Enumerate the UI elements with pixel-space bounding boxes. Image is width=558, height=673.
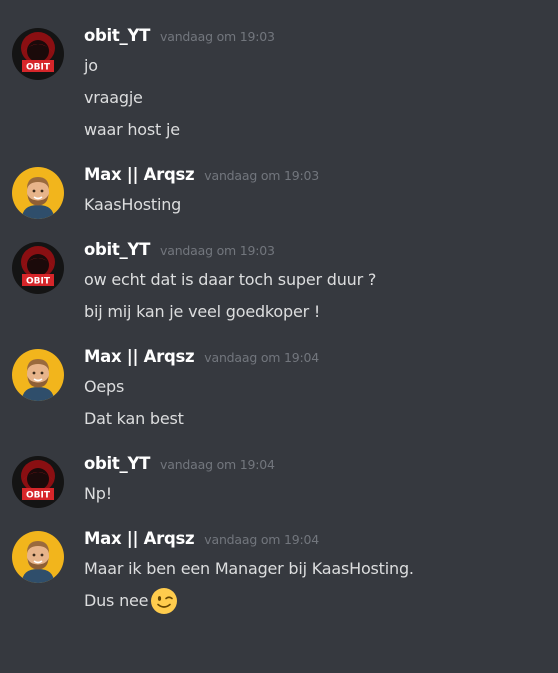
message-line: Dat kan best [84,405,546,437]
message-text: vraagje [84,87,143,107]
message-group: Max || Arqsz vandaag om 19:03 KaasHostin… [0,165,558,223]
message-text: KaasHosting [84,194,182,214]
author-name[interactable]: Max || Arqsz [84,165,195,184]
message-line: KaasHosting [84,191,546,223]
message-header: Max || Arqsz vandaag om 19:03 [84,165,546,191]
message-line: jo [84,52,546,84]
message-header: obit_YT vandaag om 19:04 [84,454,546,480]
message-text: Oeps [84,376,125,396]
message-group: Max || Arqsz vandaag om 19:04 Maar ik be… [0,529,558,619]
chat-messages: OBIT obit_YT vandaag om 19:03 jo vraagje… [0,0,558,673]
timestamp: vandaag om 19:04 [160,457,275,472]
obit-avatar-icon[interactable]: OBIT [12,28,64,80]
message-group: OBIT obit_YT vandaag om 19:03 jo vraagje… [0,26,558,148]
message-text: Dat kan best [84,408,184,428]
message-group: OBIT obit_YT vandaag om 19:03 ow echt da… [0,240,558,330]
message-header: obit_YT vandaag om 19:03 [84,240,546,266]
svg-text:OBIT: OBIT [26,491,51,501]
timestamp: vandaag om 19:04 [204,532,320,547]
obit-avatar-icon[interactable]: OBIT [12,242,64,294]
svg-text:OBIT: OBIT [26,63,51,73]
message-text: jo [84,55,98,75]
message-header: Max || Arqsz vandaag om 19:04 [84,529,546,555]
author-name[interactable]: Max || Arqsz [84,347,195,366]
timestamp: vandaag om 19:04 [204,350,320,365]
message-text: Dus nee [84,591,149,610]
message-text: Np! [84,483,112,503]
timestamp: vandaag om 19:03 [160,243,275,258]
message-header: Max || Arqsz vandaag om 19:04 [84,347,546,373]
author-name[interactable]: Max || Arqsz [84,529,195,548]
message-text: bij mij kan je veel goedkoper ! [84,301,321,321]
timestamp: vandaag om 19:03 [160,29,275,44]
message-text: ow echt dat is daar toch super duur ? [84,269,377,289]
message-line: Oeps [84,373,546,405]
message-line: ow echt dat is daar toch super duur ? [84,266,546,298]
message-text: Maar ik ben een Manager bij KaasHosting. [84,558,414,578]
message-header: obit_YT vandaag om 19:03 [84,26,546,52]
obit-avatar-icon[interactable]: OBIT [12,456,64,508]
message-line: waar host je [84,116,546,148]
author-name[interactable]: obit_YT [84,26,150,45]
max-avatar-icon[interactable] [12,167,64,219]
author-name[interactable]: obit_YT [84,240,150,259]
max-avatar-icon[interactable] [12,531,64,583]
message-text: waar host je [84,119,180,139]
message-line: Maar ik ben een Manager bij KaasHosting. [84,555,546,587]
author-name[interactable]: obit_YT [84,454,150,473]
timestamp: vandaag om 19:03 [204,168,320,183]
message-line: Np! [84,480,546,512]
message-line: Dus nee [84,587,546,619]
svg-text:OBIT: OBIT [26,277,51,287]
message-group: OBIT obit_YT vandaag om 19:04 Np! [0,454,558,512]
message-line: bij mij kan je veel goedkoper ! [84,298,546,330]
winking-face-emoji-icon [150,587,178,615]
message-line: vraagje [84,84,546,116]
max-avatar-icon[interactable] [12,349,64,401]
message-group: Max || Arqsz vandaag om 19:04 Oeps Dat k… [0,347,558,437]
